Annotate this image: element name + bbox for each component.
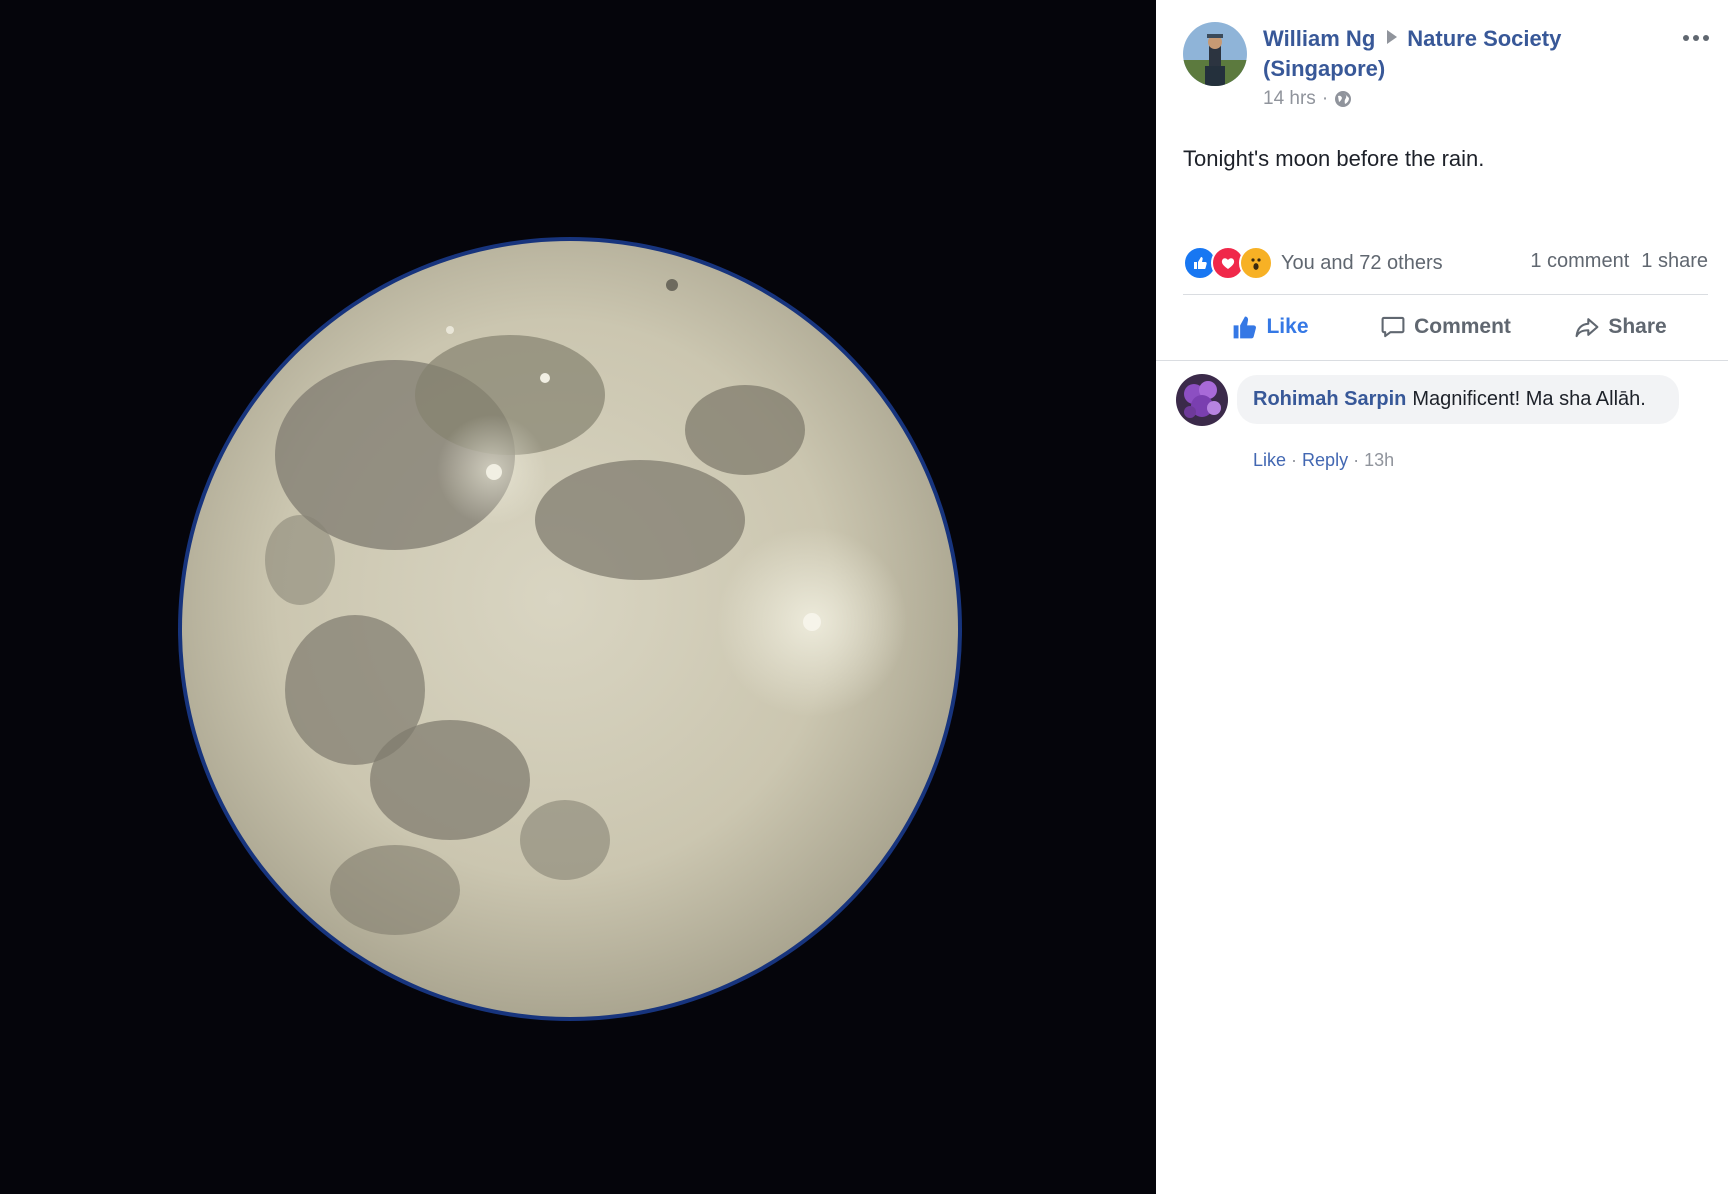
post-timestamp-row: 14 hrs · <box>1263 88 1352 110</box>
comment-label: Comment <box>1414 315 1511 338</box>
more-options-icon[interactable] <box>1676 28 1716 48</box>
shared-to-arrow-icon <box>1387 30 1398 44</box>
commenter-avatar[interactable] <box>1176 374 1228 426</box>
like-button[interactable]: Like <box>1183 305 1358 349</box>
post-time-link[interactable]: 14 hrs <box>1263 88 1316 110</box>
action-bar: Like Comment Share <box>1183 305 1708 349</box>
comment-reply-link[interactable]: Reply <box>1302 450 1348 470</box>
comment-bubble: Rohimah Sarpin Magnificent! Ma sha Allāh. <box>1237 375 1679 424</box>
like-label: Like <box>1266 315 1309 338</box>
post-header: William Ng Nature Society (Singapore) <box>1263 24 1623 84</box>
author-name-link[interactable]: William Ng <box>1263 26 1375 51</box>
share-count-link[interactable]: 1 share <box>1641 250 1708 273</box>
globe-icon[interactable] <box>1334 90 1352 108</box>
commenter-name-link[interactable]: Rohimah Sarpin <box>1253 388 1406 410</box>
share-label: Share <box>1608 315 1667 338</box>
author-avatar[interactable] <box>1183 22 1247 86</box>
comment-icon <box>1381 316 1405 338</box>
share-icon <box>1575 318 1599 338</box>
moon-image <box>0 0 1156 1194</box>
post-photo[interactable] <box>0 0 1156 1194</box>
comment-text: Magnificent! Ma sha Allāh. <box>1412 388 1646 410</box>
separator-dot: · <box>1291 450 1303 470</box>
share-button[interactable]: Share <box>1533 305 1708 349</box>
comment-button[interactable]: Comment <box>1358 305 1533 349</box>
comment-like-link[interactable]: Like <box>1253 450 1286 470</box>
reaction-count-text[interactable]: You and 72 others <box>1281 252 1443 275</box>
divider <box>1183 294 1708 295</box>
wow-reaction-icon <box>1239 246 1273 280</box>
post-text: Tonight's moon before the rain. <box>1183 146 1485 171</box>
comment-count-link[interactable]: 1 comment <box>1530 250 1629 273</box>
comment-time[interactable]: 13h <box>1364 450 1394 470</box>
reaction-summary[interactable]: You and 72 others <box>1183 246 1443 280</box>
divider <box>1156 360 1728 361</box>
separator-dot: · <box>1321 88 1329 109</box>
comment-meta: Like · Reply · 13h <box>1253 450 1394 471</box>
engagement-stats: 1 comment 1 share <box>1530 250 1708 273</box>
separator-dot: · <box>1353 450 1365 470</box>
post-panel: William Ng Nature Society (Singapore) 14 … <box>1156 0 1728 1194</box>
thumbs-up-icon <box>1234 316 1257 339</box>
